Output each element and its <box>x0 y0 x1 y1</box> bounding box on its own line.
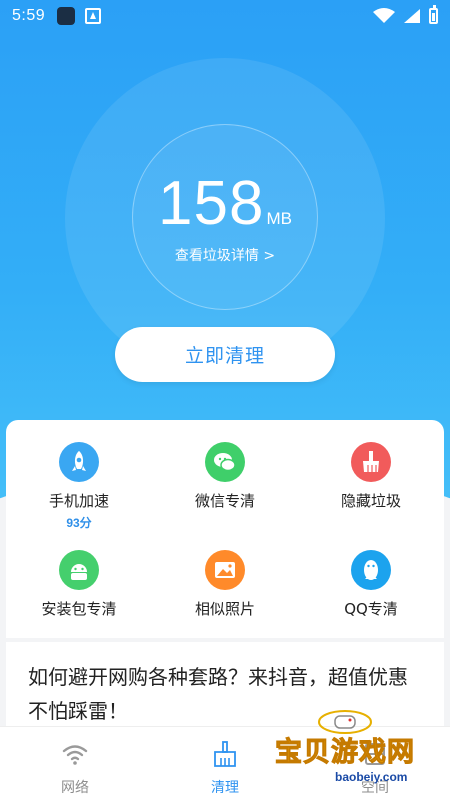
junk-size-display: 158 MB <box>0 168 450 239</box>
clean-brush-icon <box>214 741 236 767</box>
boost-score: 93分 <box>66 516 92 530</box>
status-time: 5:59 <box>12 7 46 24</box>
clean-now-button[interactable]: 立即清理 <box>115 327 335 382</box>
notification-icon <box>57 7 76 25</box>
junk-size-value: 158 <box>158 169 265 238</box>
tool-similar-photos[interactable]: 相似照片 <box>152 550 298 642</box>
tool-label: 手机加速 <box>48 492 109 510</box>
tab-label: 网络 <box>61 780 89 796</box>
tools-card: 手机加速 93分 微信专清 隐藏垃圾 安装包专清 相似照片 QQ专清 <box>6 420 444 638</box>
app-notification-icon <box>85 8 102 24</box>
battery-icon <box>429 5 438 24</box>
android-icon <box>59 550 99 590</box>
junk-size-unit: MB <box>266 209 292 228</box>
watermark-url: baobeiy.com <box>335 770 408 784</box>
tab-label: 清理 <box>211 780 239 796</box>
wifi-status-icon <box>373 8 395 23</box>
tool-label: QQ专清 <box>344 600 398 618</box>
photo-icon <box>205 550 245 590</box>
watermark-text: 宝贝游戏网 <box>275 737 415 769</box>
junk-details-link[interactable]: 查看垃圾详情 > <box>0 245 450 265</box>
tool-apk-clean[interactable]: 安装包专清 <box>6 550 152 642</box>
site-watermark: 宝贝游戏网 baobeiy.com <box>275 710 425 797</box>
broom-icon <box>351 442 391 482</box>
signal-icon <box>404 9 420 23</box>
tool-label: 微信专清 <box>194 492 255 510</box>
status-bar: 5:59 <box>0 0 450 32</box>
tool-hidden-junk[interactable]: 隐藏垃圾 <box>298 442 444 534</box>
wechat-icon <box>205 442 245 482</box>
tool-qq-clean[interactable]: QQ专清 <box>298 550 444 642</box>
tool-label: 安装包专清 <box>41 600 117 618</box>
tool-wechat-clean[interactable]: 微信专清 <box>152 442 298 534</box>
wifi-icon <box>62 745 88 765</box>
qq-penguin-icon <box>351 550 391 590</box>
tool-phone-boost[interactable]: 手机加速 93分 <box>6 442 152 534</box>
tab-network[interactable]: 网络 <box>0 727 150 800</box>
rocket-icon <box>59 442 99 482</box>
tool-label: 隐藏垃圾 <box>340 492 401 510</box>
tool-label: 相似照片 <box>194 600 255 618</box>
